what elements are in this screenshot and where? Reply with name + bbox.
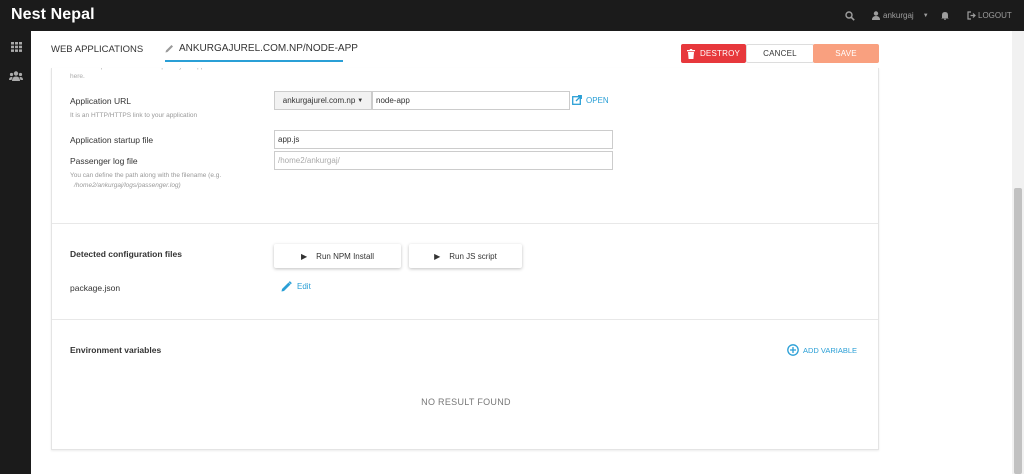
user-menu[interactable]: ankurgaj ▼ [872,0,929,31]
caret-down-icon: ▼ [922,12,929,19]
app-path-input[interactable]: node-app [372,91,570,110]
logout-button[interactable]: LOGOUT [967,0,1012,31]
search-button[interactable] [845,0,855,31]
breadcrumb-active-underline [165,60,343,62]
plus-circle-icon [787,344,799,356]
trash-icon [686,48,695,59]
users-icon [9,71,23,81]
username: ankurgaj [883,11,914,20]
run-npm-install-label: Run NPM Install [316,251,374,261]
open-link[interactable]: OPEN [572,95,609,105]
cancel-button[interactable]: CANCEL [746,44,814,63]
caret-down-icon: ▼ [357,97,364,104]
section-divider [52,319,878,320]
pencil-icon [165,45,173,53]
config-files-title: Detected configuration files [70,249,182,259]
logout-label: LOGOUT [978,11,1012,20]
log-file-hint-text: You can define the path along with the f… [70,172,222,179]
section-divider [52,223,878,224]
breadcrumb-web-applications[interactable]: WEB APPLICATIONS [51,44,143,55]
log-file-hint: You can define the path along with the f… [70,171,221,191]
external-link-icon [572,95,582,105]
scrollbar-thumb[interactable] [1014,188,1022,474]
grid-icon [10,42,22,52]
play-icon: ▶ [434,251,441,261]
add-variable-label: ADD VARIABLE [803,345,858,355]
edit-config-link[interactable]: Edit [281,281,311,292]
breadcrumb-current-label: ANKURGAJUREL.COM.NP/NODE-APP [179,43,358,54]
upload-hint-text: that corresponds with its URI. Upload yo… [70,68,238,80]
domain-value: ankurgajurel.com.np [282,96,356,105]
domain-select[interactable]: ankurgajurel.com.np ▼ [274,91,372,110]
config-file-name: package.json [70,283,121,293]
logout-icon [967,11,976,20]
log-file-label: Passenger log file [70,156,138,166]
run-js-script-button[interactable]: ▶ Run JS script [409,244,522,268]
env-vars-title: Environment variables [70,345,162,355]
breadcrumb-current-app: ANKURGAJUREL.COM.NP/NODE-APP [165,43,358,54]
run-js-script-label: Run JS script [449,251,497,261]
destroy-button[interactable]: DESTROY [681,44,746,63]
sidebar-item-applications[interactable] [8,39,24,55]
open-label: OPEN [586,95,609,105]
run-npm-install-button[interactable]: ▶ Run NPM Install [274,244,401,268]
destroy-label: DESTROY [699,49,741,58]
notifications-button[interactable] [941,0,949,31]
bell-icon [941,12,949,20]
app-url-label: Application URL [70,96,131,106]
startup-file-label: Application startup file [70,135,154,145]
play-icon: ▶ [301,251,308,261]
save-button[interactable]: SAVE [813,44,879,63]
user-icon [872,11,880,20]
empty-state-text: NO RESULT FOUND [421,397,511,407]
log-file-hint-example: /home2/ankurgaj/logs/passenger.log) [74,182,181,189]
app-url-hint: It is an HTTP/HTTPS link to your applica… [70,112,198,119]
pencil-icon [281,281,292,292]
sidebar-item-users[interactable] [8,68,24,84]
app-config-panel: that corresponds with its URI. Upload yo… [51,68,879,450]
add-variable-button[interactable]: ADD VARIABLE [787,344,857,356]
search-icon [845,10,855,21]
startup-file-input[interactable]: app.js [274,130,613,149]
log-file-input[interactable]: /home2/ankurgaj/ [274,151,613,170]
brand-logo[interactable]: Nest Nepal [11,6,95,24]
edit-label: Edit [297,282,311,291]
sidebar [0,31,31,474]
top-navbar: Nest Nepal ankurgaj ▼ LOGOUT [0,0,1024,31]
